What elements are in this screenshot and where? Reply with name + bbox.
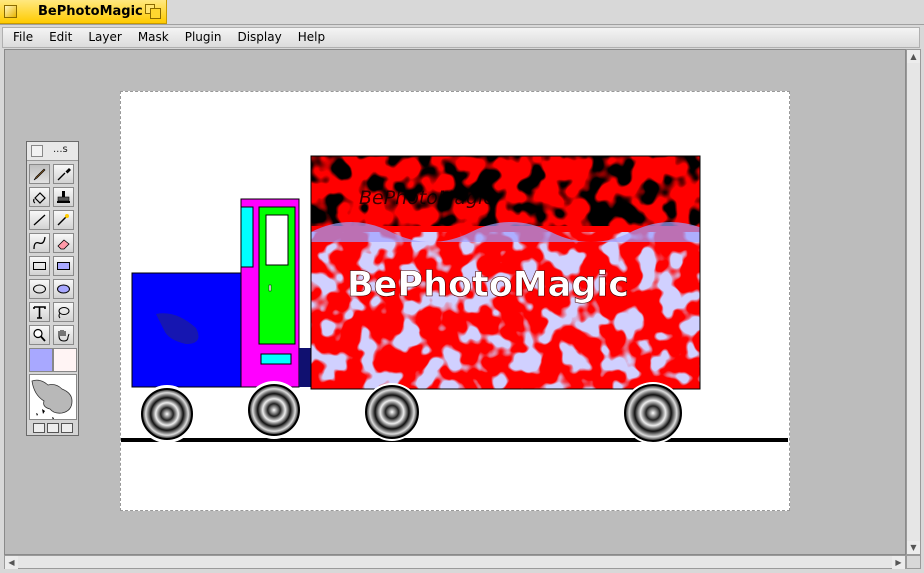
menu-edit[interactable]: Edit bbox=[41, 28, 80, 47]
ellipse-filled-icon bbox=[57, 284, 70, 294]
text-icon bbox=[33, 306, 46, 319]
eraser-icon bbox=[57, 239, 70, 250]
scroll-left-icon[interactable]: ◀ bbox=[5, 556, 18, 569]
menu-layer[interactable]: Layer bbox=[80, 28, 129, 47]
scroll-up-icon[interactable]: ▲ bbox=[907, 50, 920, 63]
rectangle-filled-icon bbox=[57, 262, 70, 270]
close-icon[interactable] bbox=[4, 5, 17, 18]
eyedropper-tool[interactable] bbox=[53, 164, 74, 184]
menu-plugin[interactable]: Plugin bbox=[177, 28, 230, 47]
menu-display[interactable]: Display bbox=[229, 28, 289, 47]
menu-help[interactable]: Help bbox=[290, 28, 333, 47]
magic-wand-icon bbox=[57, 214, 69, 226]
door-handle bbox=[268, 284, 272, 292]
zoom-icon[interactable] bbox=[145, 4, 161, 19]
stamp-tool[interactable] bbox=[53, 187, 74, 207]
door-window bbox=[265, 214, 289, 266]
wheel bbox=[622, 382, 684, 444]
rectangle-filled-tool[interactable] bbox=[53, 256, 74, 276]
foreground-color-swatch[interactable] bbox=[29, 348, 53, 372]
fill-bucket-icon bbox=[33, 192, 46, 204]
lasso-icon bbox=[58, 307, 70, 319]
line-icon bbox=[33, 214, 46, 226]
brush-icon bbox=[33, 168, 46, 181]
hand-tool[interactable] bbox=[53, 325, 74, 345]
palette-title: ...s bbox=[53, 144, 68, 155]
text-tool[interactable] bbox=[29, 302, 50, 322]
curve-icon bbox=[33, 236, 46, 250]
image-canvas[interactable]: BePhotoMagic BePhotoMagic bbox=[120, 91, 790, 511]
horizontal-scrollbar[interactable]: ◀ ▶ bbox=[4, 555, 906, 569]
background-color-swatch[interactable] bbox=[53, 348, 77, 372]
palette-mode-button-3[interactable] bbox=[61, 423, 73, 433]
ghost-text: BePhotoMagic bbox=[359, 187, 494, 209]
eyedropper-icon bbox=[57, 168, 71, 181]
fill-tool[interactable] bbox=[29, 187, 50, 207]
cab-side-window bbox=[240, 206, 254, 268]
palette-close-icon[interactable] bbox=[31, 145, 43, 157]
vertical-scrollbar[interactable]: ▲ ▼ bbox=[906, 49, 921, 555]
eraser-tool[interactable] bbox=[53, 233, 74, 253]
ellipse-filled-tool[interactable] bbox=[53, 279, 74, 299]
window-title: BePhotoMagic bbox=[38, 4, 143, 19]
magic-wand-tool[interactable] bbox=[53, 210, 74, 230]
truck-image: BePhotoMagic BePhotoMagic bbox=[121, 155, 788, 444]
lasso-tool[interactable] bbox=[53, 302, 74, 322]
zoom-tool[interactable] bbox=[29, 325, 50, 345]
resize-corner[interactable] bbox=[906, 555, 921, 569]
brush-tool[interactable] bbox=[29, 164, 50, 184]
menu-file[interactable]: File bbox=[3, 28, 41, 47]
curve-tool[interactable] bbox=[29, 233, 50, 253]
wheel bbox=[245, 381, 303, 439]
ground-line bbox=[121, 438, 788, 442]
hand-icon bbox=[58, 330, 70, 342]
wheel bbox=[363, 383, 421, 441]
palette-mode-button-2[interactable] bbox=[47, 423, 59, 433]
menu-bar: File Edit Layer Mask Plugin Display Help bbox=[2, 27, 920, 48]
palette-header[interactable]: ...s bbox=[27, 142, 78, 161]
wheel bbox=[138, 385, 196, 443]
tool-palette: ...s bbox=[26, 141, 79, 436]
banner-text: BePhotoMagic bbox=[347, 265, 629, 305]
scroll-down-icon[interactable]: ▼ bbox=[907, 541, 920, 554]
scroll-right-icon[interactable]: ▶ bbox=[892, 556, 905, 569]
menu-mask[interactable]: Mask bbox=[130, 28, 177, 47]
line-tool[interactable] bbox=[29, 210, 50, 230]
pointing-hand-brush-icon bbox=[31, 379, 73, 419]
cab-connector bbox=[299, 348, 311, 387]
window-title-tab[interactable]: BePhotoMagic bbox=[0, 0, 167, 24]
brush-preview[interactable] bbox=[29, 374, 77, 420]
rectangle-outline-tool[interactable] bbox=[29, 256, 50, 276]
magnifier-icon bbox=[33, 328, 46, 342]
app-window: BePhotoMagic File Edit Layer Mask Plugin… bbox=[0, 0, 924, 573]
cab-step bbox=[260, 353, 292, 365]
ellipse-outline-tool[interactable] bbox=[29, 279, 50, 299]
rectangle-outline-icon bbox=[33, 262, 46, 270]
stamp-icon bbox=[57, 191, 70, 203]
palette-mode-button-1[interactable] bbox=[33, 423, 45, 433]
ellipse-outline-icon bbox=[33, 284, 46, 294]
